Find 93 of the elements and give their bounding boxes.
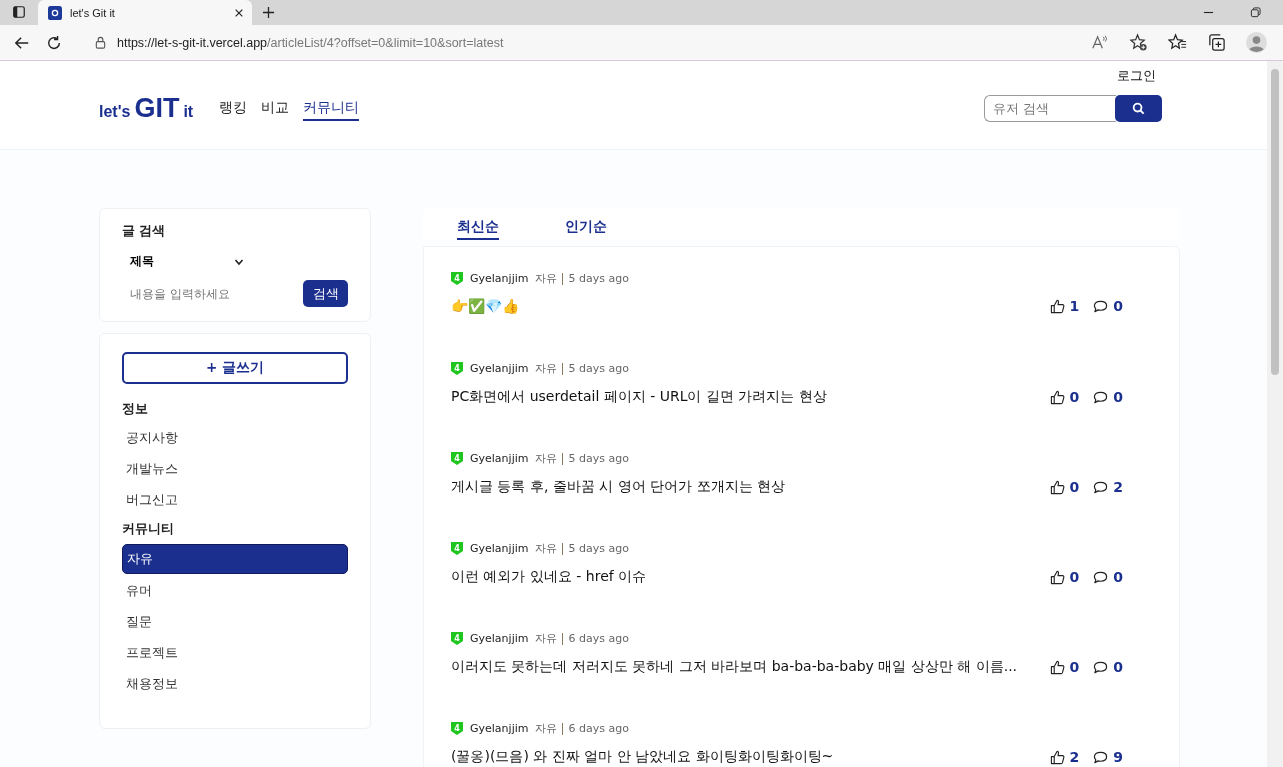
comment-count: 0	[1113, 389, 1123, 405]
thumbs-up-icon	[1049, 389, 1065, 405]
thumbs-up-icon	[1049, 298, 1065, 314]
post-time: 6 days ago	[568, 722, 629, 735]
like-count: 0	[1069, 479, 1080, 495]
post-time: 5 days ago	[568, 542, 629, 555]
post-category: 자유	[535, 451, 558, 466]
menu-section-title: 정보	[122, 401, 149, 418]
author-name[interactable]: Gyelanjjim	[470, 542, 529, 555]
site-favicon-icon	[48, 5, 62, 20]
comment-icon	[1093, 569, 1109, 585]
post-category: 자유	[535, 721, 558, 736]
collections-icon[interactable]	[1207, 33, 1226, 52]
menu-item[interactable]: 공지사항	[122, 424, 348, 452]
back-icon[interactable]	[14, 34, 30, 51]
author-name[interactable]: Gyelanjjim	[470, 272, 529, 285]
comment-icon	[1093, 298, 1109, 314]
add-favorite-icon[interactable]	[1129, 33, 1148, 52]
level-badge: 4	[451, 542, 463, 555]
comment-count: 2	[1113, 479, 1123, 495]
post-time: 5 days ago	[568, 452, 629, 465]
like-count: 0	[1069, 389, 1080, 405]
browser-tab[interactable]: let's Git it	[38, 0, 252, 25]
author-name[interactable]: Gyelanjjim	[470, 632, 529, 645]
nav-link[interactable]: 비교	[261, 96, 290, 121]
comment-icon	[1093, 479, 1109, 495]
author-name[interactable]: Gyelanjjim	[470, 452, 529, 465]
post-category: 자유	[535, 271, 558, 286]
author-name[interactable]: Gyelanjjim	[470, 722, 529, 735]
like-count: 2	[1069, 749, 1080, 765]
tab-actions-icon[interactable]	[12, 5, 26, 19]
nav-link[interactable]: 커뮤니티	[303, 96, 360, 121]
comment-icon	[1093, 389, 1109, 405]
user-search-field[interactable]: 유저 검색	[984, 95, 1116, 122]
menu-item[interactable]: 버그신고	[122, 486, 348, 514]
thumbs-up-icon	[1049, 659, 1065, 675]
scrollbar[interactable]	[1267, 61, 1283, 767]
like-count: 1	[1069, 298, 1080, 314]
post-time: 5 days ago	[568, 272, 629, 285]
level-badge: 4	[451, 272, 463, 285]
refresh-icon[interactable]	[46, 34, 62, 51]
restore-icon[interactable]	[1250, 7, 1261, 18]
post-title[interactable]: 이러지도 못하는데 저러지도 못하네 그저 바라보며 ba-ba-ba-baby 매일 상상만 해 이름...	[451, 658, 1018, 676]
level-badge: 4	[451, 452, 463, 465]
menu-item[interactable]: 자유	[122, 544, 348, 574]
author-name[interactable]: Gyelanjjim	[470, 362, 529, 375]
thumbs-up-icon	[1049, 749, 1065, 765]
comment-icon	[1093, 749, 1109, 765]
menu-item[interactable]: 채용정보	[122, 670, 348, 698]
post-category: 자유	[535, 361, 558, 376]
like-count: 0	[1069, 569, 1080, 585]
menu-item[interactable]: 프로젝트	[122, 639, 348, 667]
search-type-select[interactable]: 제목	[130, 251, 244, 272]
keyword-field[interactable]: 내용을 입력하세요	[122, 286, 303, 301]
post-category: 자유	[535, 541, 558, 556]
nav-link[interactable]: 랭킹	[219, 96, 248, 121]
post-title[interactable]: (꿀옹)(므음) 와 진짜 얼마 안 남았네요 화이팅화이팅화이팅~	[451, 748, 834, 766]
comment-count: 9	[1113, 749, 1123, 765]
like-count: 0	[1069, 659, 1080, 675]
post-category: 자유	[535, 631, 558, 646]
card-title: 글 검색	[122, 223, 167, 240]
comment-count: 0	[1113, 569, 1123, 585]
menu-item[interactable]: 개발뉴스	[122, 455, 348, 483]
new-tab-icon[interactable]	[262, 6, 275, 19]
post-title[interactable]: 이런 예외가 있네요 - href 이슈	[451, 568, 647, 586]
sort-tab[interactable]: 인기순	[565, 218, 607, 240]
close-icon[interactable]	[234, 7, 244, 18]
comment-icon	[1093, 659, 1109, 675]
post-time: 5 days ago	[568, 362, 629, 375]
post-title[interactable]: PC화면에서 userdetail 페이지 - URL이 길면 가려지는 현상	[451, 388, 827, 406]
menu-item[interactable]: 유머	[122, 577, 348, 605]
post-title[interactable]: 게시글 등록 후, 줄바꿈 시 영어 단어가 쪼개지는 현상	[451, 478, 786, 496]
level-badge: 4	[451, 722, 463, 735]
level-badge: 4	[451, 362, 463, 375]
thumbs-up-icon	[1049, 479, 1065, 495]
comment-count: 0	[1113, 298, 1123, 314]
thumbs-up-icon	[1049, 569, 1065, 585]
profile-icon[interactable]	[1246, 32, 1267, 53]
post-time: 6 days ago	[568, 632, 629, 645]
login-link[interactable]: 로그인	[1117, 67, 1156, 85]
menu-item[interactable]: 질문	[122, 608, 348, 636]
level-badge: 4	[451, 632, 463, 645]
write-button[interactable]: + 글쓰기	[122, 352, 348, 384]
site-logo[interactable]: let's GIT it	[99, 93, 194, 124]
comment-count: 0	[1113, 659, 1123, 675]
search-button[interactable]	[1115, 95, 1162, 122]
lock-icon	[94, 36, 107, 49]
favorites-icon[interactable]	[1168, 33, 1187, 52]
menu-section-title: 커뮤니티	[122, 521, 175, 538]
search-button[interactable]: 검색	[303, 280, 348, 307]
url-text: https://let-s-git-it.vercel.app/articleList/4?offset=0&limit=10&sort=latest	[117, 35, 504, 50]
sort-tab[interactable]: 최신순	[457, 218, 499, 240]
search-icon	[1132, 102, 1145, 115]
